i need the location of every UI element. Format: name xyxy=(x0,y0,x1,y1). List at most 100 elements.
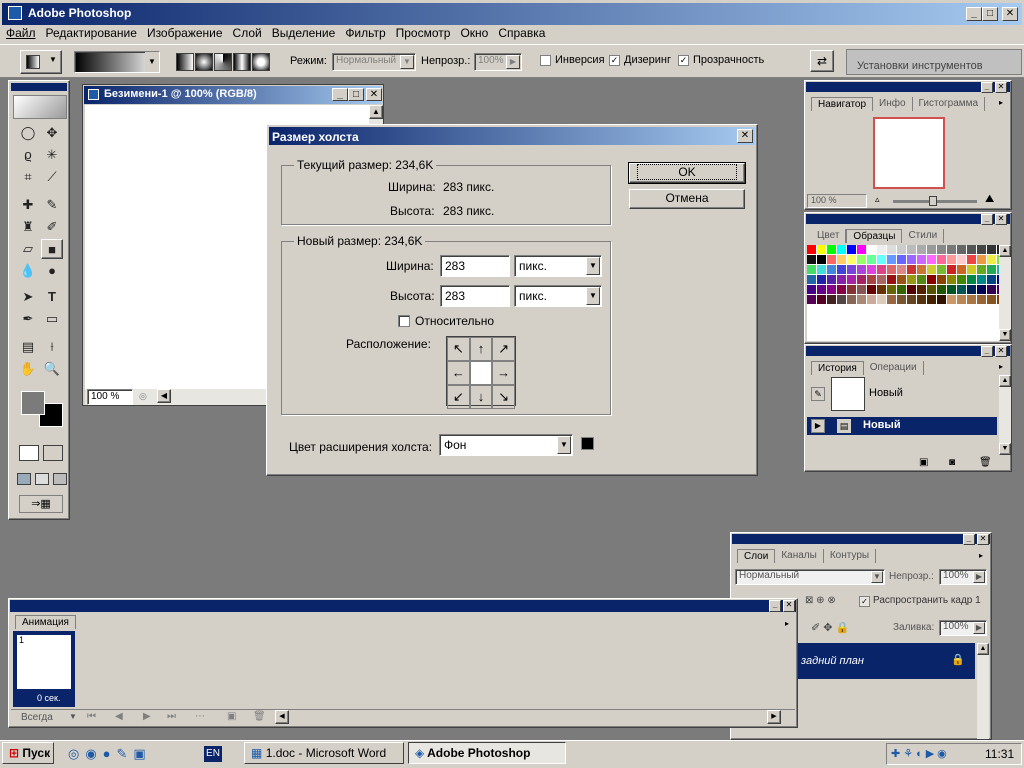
doc-minimize-button[interactable]: _ xyxy=(332,88,348,101)
task-photoshop[interactable]: ◈ Adobe Photoshop xyxy=(408,742,566,764)
navigator-preview[interactable] xyxy=(873,117,945,189)
standard-mode-icon[interactable] xyxy=(19,445,39,461)
swatches-minimize-button[interactable]: _ xyxy=(981,214,993,225)
tab-paths[interactable]: Контуры xyxy=(824,549,877,563)
maximize-button[interactable]: □ xyxy=(982,7,998,21)
clone-stamp-icon[interactable]: ♜ xyxy=(17,217,39,237)
lock-icons[interactable]: ⊠ ⊕ ⊗ xyxy=(805,595,836,606)
scroll-right-icon[interactable]: ▶ xyxy=(767,710,781,724)
scroll-up-icon[interactable]: ▲ xyxy=(977,643,989,655)
swatches-close-button[interactable]: ✕ xyxy=(995,214,1007,225)
tool-presets-well[interactable]: Установки инструментов xyxy=(846,49,1022,75)
panel-menu-icon[interactable]: ▸ xyxy=(999,362,1003,371)
quick-mask-icon[interactable] xyxy=(43,445,63,461)
tab-histogram[interactable]: Гистограмма xyxy=(913,97,986,111)
ok-button[interactable]: OK xyxy=(628,162,746,184)
scroll-down-icon[interactable]: ▼ xyxy=(999,329,1011,341)
tab-info[interactable]: Инфо xyxy=(873,97,913,111)
tab-history[interactable]: История xyxy=(811,361,864,375)
zoom-field[interactable]: 100 % xyxy=(87,389,133,405)
width-input[interactable]: 283 xyxy=(440,255,510,277)
slice-tool-icon[interactable]: ⟋ xyxy=(41,167,63,187)
transparency-checkbox[interactable]: ✓ xyxy=(678,55,689,66)
scroll-up-icon[interactable]: ▲ xyxy=(369,105,383,119)
crop-tool-icon[interactable]: ⌗ xyxy=(17,167,39,187)
nav-close-button[interactable]: ✕ xyxy=(995,82,1007,93)
ext-color-swatch[interactable] xyxy=(581,437,594,450)
gradient-tool-icon[interactable]: ■ xyxy=(41,239,63,259)
scroll-up-icon[interactable]: ▲ xyxy=(999,375,1011,387)
anim-minimize-button[interactable]: _ xyxy=(769,600,781,612)
propagate-checkbox[interactable]: ✓ xyxy=(859,596,870,607)
tab-animation[interactable]: Анимация xyxy=(15,615,76,629)
tab-styles[interactable]: Стили xyxy=(902,229,945,243)
menu-view[interactable]: Просмотр xyxy=(396,26,451,44)
screen-mode-full-icon[interactable] xyxy=(35,473,49,485)
gradient-picker[interactable]: ▼ xyxy=(74,51,160,73)
ext-color-select[interactable]: Фон ▼ xyxy=(439,434,573,456)
nav-minimize-button[interactable]: _ xyxy=(981,82,993,93)
tween-icon[interactable]: ⋯ xyxy=(195,711,205,722)
fill-field[interactable]: 100% ▶ xyxy=(939,620,987,636)
next-frame-icon[interactable]: ⏭ xyxy=(167,711,176,722)
menu-window[interactable]: Окно xyxy=(460,26,488,44)
eyedropper-tool-icon[interactable]: ⟊ xyxy=(41,337,63,357)
screen-mode-max-icon[interactable] xyxy=(53,473,67,485)
anchor-center[interactable] xyxy=(469,361,493,385)
width-unit-select[interactable]: пикс. ▼ xyxy=(514,255,602,277)
brush-tool-icon[interactable]: ✎ xyxy=(41,195,63,215)
blend-mode-select[interactable]: Нормальный ▼ xyxy=(735,569,885,585)
anchor-grid[interactable]: ↖ ↑ ↗ ← → ↙ ↓ ↘ xyxy=(446,336,516,409)
loop-select[interactable]: Всегда xyxy=(21,712,53,723)
pen-tool-icon[interactable]: ✒ xyxy=(17,309,39,329)
cancel-button[interactable]: Отмена xyxy=(629,189,745,209)
scroll-left-icon[interactable]: ◀ xyxy=(275,710,289,724)
frame-delay[interactable]: 0 сек. xyxy=(37,693,60,703)
notes-tool-icon[interactable]: ▤ xyxy=(17,337,39,357)
quicklaunch-icons[interactable]: ◎◉●✎▣ xyxy=(68,746,152,762)
zoom-tool-icon[interactable]: 🔍 xyxy=(41,359,63,379)
swatches-scrollbar[interactable]: ▲ ▼ xyxy=(999,245,1011,341)
doc-maximize-button[interactable]: □ xyxy=(348,88,364,101)
history-brush-icon[interactable]: ✐ xyxy=(41,217,63,237)
menu-layer[interactable]: Слой xyxy=(233,26,262,44)
new-snapshot-icon[interactable]: ◙ xyxy=(949,457,955,468)
reflected-gradient-icon[interactable] xyxy=(233,53,251,71)
prev-frame-icon[interactable]: ◀ xyxy=(115,711,123,722)
shape-tool-icon[interactable]: ▭ xyxy=(41,309,63,329)
history-scrollbar[interactable]: ▲ ▼ xyxy=(999,375,1011,455)
tray-icons[interactable]: ✚⚘◐▶◉ xyxy=(891,747,950,760)
healing-brush-icon[interactable]: ✚ xyxy=(17,195,39,215)
menu-file[interactable]: Файл xyxy=(6,26,36,44)
diamond-gradient-icon[interactable] xyxy=(252,53,270,71)
snapshot-brush-icon[interactable]: ✎ xyxy=(811,387,825,401)
language-indicator[interactable]: EN xyxy=(204,746,222,762)
blur-tool-icon[interactable]: 💧 xyxy=(17,261,39,281)
imageready-jump-icon[interactable]: ⇒▦ xyxy=(19,495,63,513)
tab-swatches[interactable]: Образцы xyxy=(846,229,903,243)
status-arrow-icon[interactable]: ◎ xyxy=(139,391,147,402)
swatch-grid[interactable] xyxy=(807,245,999,341)
trash-icon[interactable]: 🗑 xyxy=(979,457,992,468)
marquee-tool-icon[interactable]: ◯ xyxy=(17,123,39,143)
scroll-down-icon[interactable]: ▼ xyxy=(999,443,1011,455)
layers-minimize-button[interactable]: _ xyxy=(963,534,975,545)
menu-help[interactable]: Справка xyxy=(498,26,545,44)
height-unit-select[interactable]: пикс. ▼ xyxy=(514,285,602,307)
history-minimize-button[interactable]: _ xyxy=(981,346,993,357)
lasso-tool-icon[interactable]: ϱ xyxy=(17,145,39,165)
panel-menu-icon[interactable]: ▸ xyxy=(999,98,1003,107)
minimize-button[interactable]: _ xyxy=(966,7,982,21)
play-icon[interactable]: ▶ xyxy=(143,711,151,722)
height-input[interactable]: 283 xyxy=(440,285,510,307)
lock-options-icons[interactable]: ✐ ✥ 🔒 xyxy=(811,621,849,634)
screen-mode-icon[interactable] xyxy=(17,473,31,485)
angle-gradient-icon[interactable] xyxy=(214,53,232,71)
tab-layers[interactable]: Слои xyxy=(737,549,776,563)
opacity-field[interactable]: 100% ▶ xyxy=(474,53,522,71)
tab-actions[interactable]: Операции xyxy=(864,361,924,375)
dodge-tool-icon[interactable]: ● xyxy=(41,261,63,281)
tab-navigator[interactable]: Навигатор xyxy=(811,97,874,111)
history-snapshot-row[interactable]: ✎ Новый xyxy=(807,375,997,413)
frame-1[interactable]: 1 0 сек. xyxy=(13,631,75,707)
